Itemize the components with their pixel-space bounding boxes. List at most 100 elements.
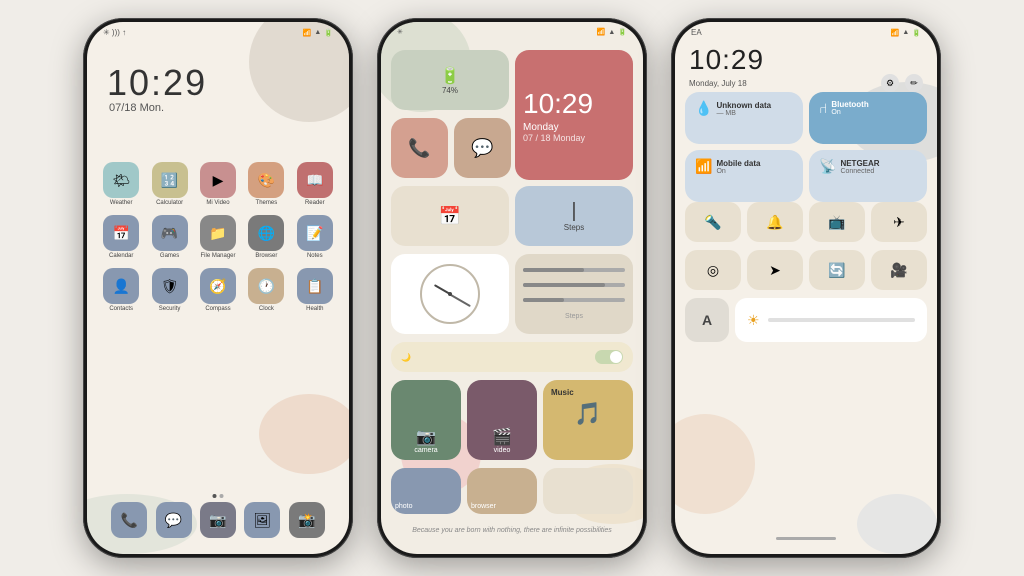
dock-phone[interactable]: 📞 bbox=[111, 502, 147, 538]
app-label: Browser bbox=[255, 253, 277, 260]
dock-gallery[interactable]: 🖼 bbox=[244, 502, 280, 538]
bt-icon: ✳ bbox=[397, 28, 403, 36]
widget-row7: photo browser bbox=[391, 468, 633, 514]
widget-sliders[interactable]: Steps bbox=[515, 254, 633, 334]
app-label: Mi Video bbox=[206, 200, 229, 207]
unknown-data-sub: — MB bbox=[716, 110, 771, 117]
mobile-data-tile[interactable]: 📶 Mobile data On bbox=[685, 150, 803, 202]
app-calculator[interactable]: 🔢 Calculator bbox=[149, 162, 189, 207]
widget-row4: Steps bbox=[391, 254, 633, 334]
widget-music[interactable]: Music 🎵 bbox=[543, 380, 633, 460]
app-notes[interactable]: 📝 Notes bbox=[295, 215, 335, 260]
app-label: Clock bbox=[259, 306, 274, 313]
widget-messages[interactable]: 💬 bbox=[454, 118, 511, 178]
widget-empty bbox=[543, 468, 633, 514]
ea-label: EA bbox=[691, 28, 702, 37]
widget-calendar[interactable]: 📅 bbox=[391, 186, 509, 246]
browser-icon: 🌐 bbox=[248, 215, 284, 251]
app-security[interactable]: 🛡 Security bbox=[149, 268, 189, 313]
widget-battery[interactable]: 🔋 74% bbox=[391, 50, 509, 110]
steps-label: Steps bbox=[564, 223, 584, 232]
mobile-data-label: Mobile data bbox=[716, 159, 760, 168]
dock: 📞 💬 📷 🖼 📸 bbox=[107, 502, 329, 538]
airplane-button[interactable]: ✈ bbox=[871, 202, 927, 242]
app-health[interactable]: 📋 Health bbox=[295, 268, 335, 313]
dock-camera[interactable]: 📷 bbox=[200, 502, 236, 538]
settings-icon[interactable]: ⚙ bbox=[881, 74, 899, 92]
widget-toggle[interactable]: 🌙 bbox=[391, 342, 633, 372]
app-compass[interactable]: 🧭 Compass bbox=[198, 268, 238, 313]
app-mi-video[interactable]: ▶ Mi Video bbox=[198, 162, 238, 207]
app-reader[interactable]: 📖 Reader bbox=[295, 162, 335, 207]
widget-browser2[interactable]: browser bbox=[467, 468, 537, 514]
location-button[interactable]: ➤ bbox=[747, 250, 803, 290]
dock-extra[interactable]: 📸 bbox=[289, 502, 325, 538]
app-label: Security bbox=[159, 306, 181, 313]
app-contacts[interactable]: 👤 Contacts bbox=[101, 268, 141, 313]
status-time-placeholder: ✳ ))) ↑ bbox=[103, 28, 126, 37]
brightness-slider[interactable]: ☀ bbox=[735, 298, 927, 342]
unknown-data-tile[interactable]: 💧 Unknown data — MB bbox=[685, 92, 803, 144]
accessibility-button[interactable]: A bbox=[685, 298, 729, 342]
clock-icon: 🕐 bbox=[248, 268, 284, 304]
widget-clock[interactable] bbox=[391, 254, 509, 334]
widget-photo[interactable]: photo bbox=[391, 468, 461, 514]
phone3-date-row: Monday, July 18 ⚙ ✏ bbox=[689, 74, 923, 92]
phone3-time-area: 10:29 bbox=[689, 44, 764, 76]
sun-icon: ☀ bbox=[747, 312, 760, 329]
app-games[interactable]: 🎮 Games bbox=[149, 215, 189, 260]
app-label: Contacts bbox=[109, 306, 133, 313]
app-clock[interactable]: 🕐 Clock bbox=[246, 268, 286, 313]
themes-icon: 🎨 bbox=[248, 162, 284, 198]
weather-icon: 🌤 bbox=[103, 162, 139, 198]
widget-row3: 📅 | Steps bbox=[391, 186, 633, 246]
battery-pct: 74% bbox=[442, 86, 458, 95]
dock-messages[interactable]: 💬 bbox=[156, 502, 192, 538]
flashlight-button[interactable]: 🔦 bbox=[685, 202, 741, 242]
app-label: Reader bbox=[305, 200, 325, 207]
widget-time[interactable]: 10:29 Monday 07 / 18 Monday bbox=[515, 50, 633, 180]
phone-2: ✳ 📶▲🔋 🔋 74% 10:29 Monday bbox=[377, 18, 647, 558]
calendar-icon: 📅 bbox=[103, 215, 139, 251]
widget-date-display: 07 / 18 Monday bbox=[523, 133, 625, 143]
widget-time-display: 10:29 bbox=[523, 88, 625, 120]
unknown-data-label: Unknown data bbox=[716, 101, 771, 110]
widget-toggle-row: 🌙 bbox=[391, 342, 633, 372]
app-themes[interactable]: 🎨 Themes bbox=[246, 162, 286, 207]
app-browser[interactable]: 🌐 Browser bbox=[246, 215, 286, 260]
brightness-track bbox=[768, 318, 915, 322]
cast-button[interactable]: 📺 bbox=[809, 202, 865, 242]
phone3-date: Monday, July 18 bbox=[689, 79, 747, 88]
widget-camera-app[interactable]: 📷 camera bbox=[391, 380, 461, 460]
bluetooth-tile[interactable]: ⑁ Bluetooth On bbox=[809, 92, 927, 144]
app-file-manager[interactable]: 📁 File Manager bbox=[198, 215, 238, 260]
phone1-date: 07/18 Mon. bbox=[109, 102, 164, 114]
health-icon: 📋 bbox=[297, 268, 333, 304]
bell-button[interactable]: 🔔 bbox=[747, 202, 803, 242]
app-label: File Manager bbox=[200, 253, 235, 260]
video-button[interactable]: 🎥 bbox=[871, 250, 927, 290]
home-indicator bbox=[776, 537, 836, 540]
widget-day-display: Monday bbox=[523, 122, 625, 133]
rotate-button[interactable]: 🔄 bbox=[809, 250, 865, 290]
app-label: Compass bbox=[205, 306, 230, 313]
widget-video-app[interactable]: 🎬 video bbox=[467, 380, 537, 460]
widget-steps[interactable]: | Steps bbox=[515, 186, 633, 246]
control-grid: 💧 Unknown data — MB ⑁ Bluetooth bbox=[685, 92, 927, 202]
wifi-icon: ▲ bbox=[314, 29, 321, 36]
app-weather[interactable]: 🌤 Weather bbox=[101, 162, 141, 207]
widget-phone[interactable]: 📞 bbox=[391, 118, 448, 178]
app-label: Calculator bbox=[156, 200, 183, 207]
app-calendar[interactable]: 📅 Calendar bbox=[101, 215, 141, 260]
calculator-icon: 🔢 bbox=[152, 162, 188, 198]
phone1-time: 10:29 bbox=[107, 62, 207, 104]
phone-3: EA 📶▲🔋 10:29 Monday, July 18 ⚙ ✏ bbox=[671, 18, 941, 558]
status-bar-1: ✳ ))) ↑ 📶 ▲ 🔋 bbox=[87, 28, 349, 37]
edit-icon[interactable]: ✏ bbox=[905, 74, 923, 92]
widget-second-row: 📞 💬 bbox=[391, 118, 511, 178]
control-bottom-row: A ☀ bbox=[685, 298, 927, 342]
mi-video-icon: ▶ bbox=[200, 162, 236, 198]
brightness-button[interactable]: ◎ bbox=[685, 250, 741, 290]
signal-icon: 📶 bbox=[303, 29, 312, 37]
wifi-tile[interactable]: 📡 NETGEAR Connected bbox=[809, 150, 927, 202]
